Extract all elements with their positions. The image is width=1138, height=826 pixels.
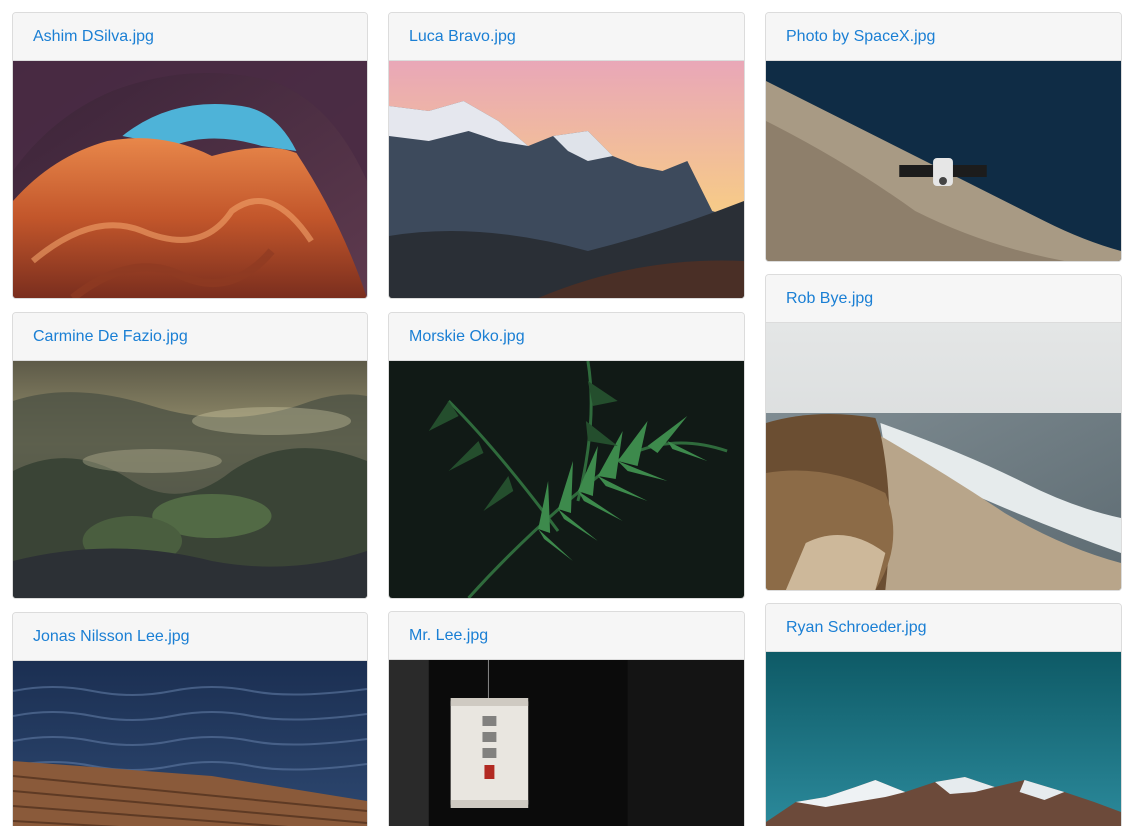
photo-card: Mr. Lee.jpg bbox=[388, 611, 745, 826]
photo-image[interactable] bbox=[13, 61, 367, 298]
photo-title-link[interactable]: Luca Bravo.jpg bbox=[409, 28, 516, 45]
photo-image[interactable] bbox=[389, 660, 744, 826]
photo-card: Photo by SpaceX.jpg bbox=[765, 12, 1122, 262]
photo-image[interactable] bbox=[766, 61, 1121, 261]
photo-card: Luca Bravo.jpg bbox=[388, 12, 745, 299]
photo-title-link[interactable]: Morskie Oko.jpg bbox=[409, 328, 525, 345]
photo-image[interactable] bbox=[13, 661, 367, 826]
photo-image[interactable] bbox=[766, 652, 1121, 826]
photo-card: Carmine De Fazio.jpg bbox=[12, 312, 368, 599]
photo-title-link[interactable]: Mr. Lee.jpg bbox=[409, 627, 488, 644]
photo-image[interactable] bbox=[389, 61, 744, 298]
photo-card-header: Luca Bravo.jpg bbox=[389, 13, 744, 61]
photo-title-link[interactable]: Ashim DSilva.jpg bbox=[33, 28, 154, 45]
photo-title-link[interactable]: Photo by SpaceX.jpg bbox=[786, 28, 935, 45]
photo-card-header: Jonas Nilsson Lee.jpg bbox=[13, 613, 367, 661]
photo-title-link[interactable]: Rob Bye.jpg bbox=[786, 290, 873, 307]
photo-card-header: Photo by SpaceX.jpg bbox=[766, 13, 1121, 61]
photo-title-link[interactable]: Carmine De Fazio.jpg bbox=[33, 328, 188, 345]
photo-card: Jonas Nilsson Lee.jpg bbox=[12, 612, 368, 826]
photo-image[interactable] bbox=[766, 323, 1121, 590]
photo-title-link[interactable]: Jonas Nilsson Lee.jpg bbox=[33, 628, 190, 645]
photo-card-header: Ryan Schroeder.jpg bbox=[766, 604, 1121, 652]
photo-title-link[interactable]: Ryan Schroeder.jpg bbox=[786, 619, 927, 636]
photo-card-header: Morskie Oko.jpg bbox=[389, 313, 744, 361]
photo-card: Ryan Schroeder.jpg bbox=[765, 603, 1122, 826]
photo-image[interactable] bbox=[13, 361, 367, 598]
photo-card-header: Ashim DSilva.jpg bbox=[13, 13, 367, 61]
photo-card-header: Rob Bye.jpg bbox=[766, 275, 1121, 323]
photo-card: Morskie Oko.jpg bbox=[388, 312, 745, 599]
photo-image[interactable] bbox=[389, 361, 744, 598]
photo-card-header: Carmine De Fazio.jpg bbox=[13, 313, 367, 361]
photo-card: Ashim DSilva.jpg bbox=[12, 12, 368, 299]
photo-card: Rob Bye.jpg bbox=[765, 274, 1122, 591]
photo-card-header: Mr. Lee.jpg bbox=[389, 612, 744, 660]
